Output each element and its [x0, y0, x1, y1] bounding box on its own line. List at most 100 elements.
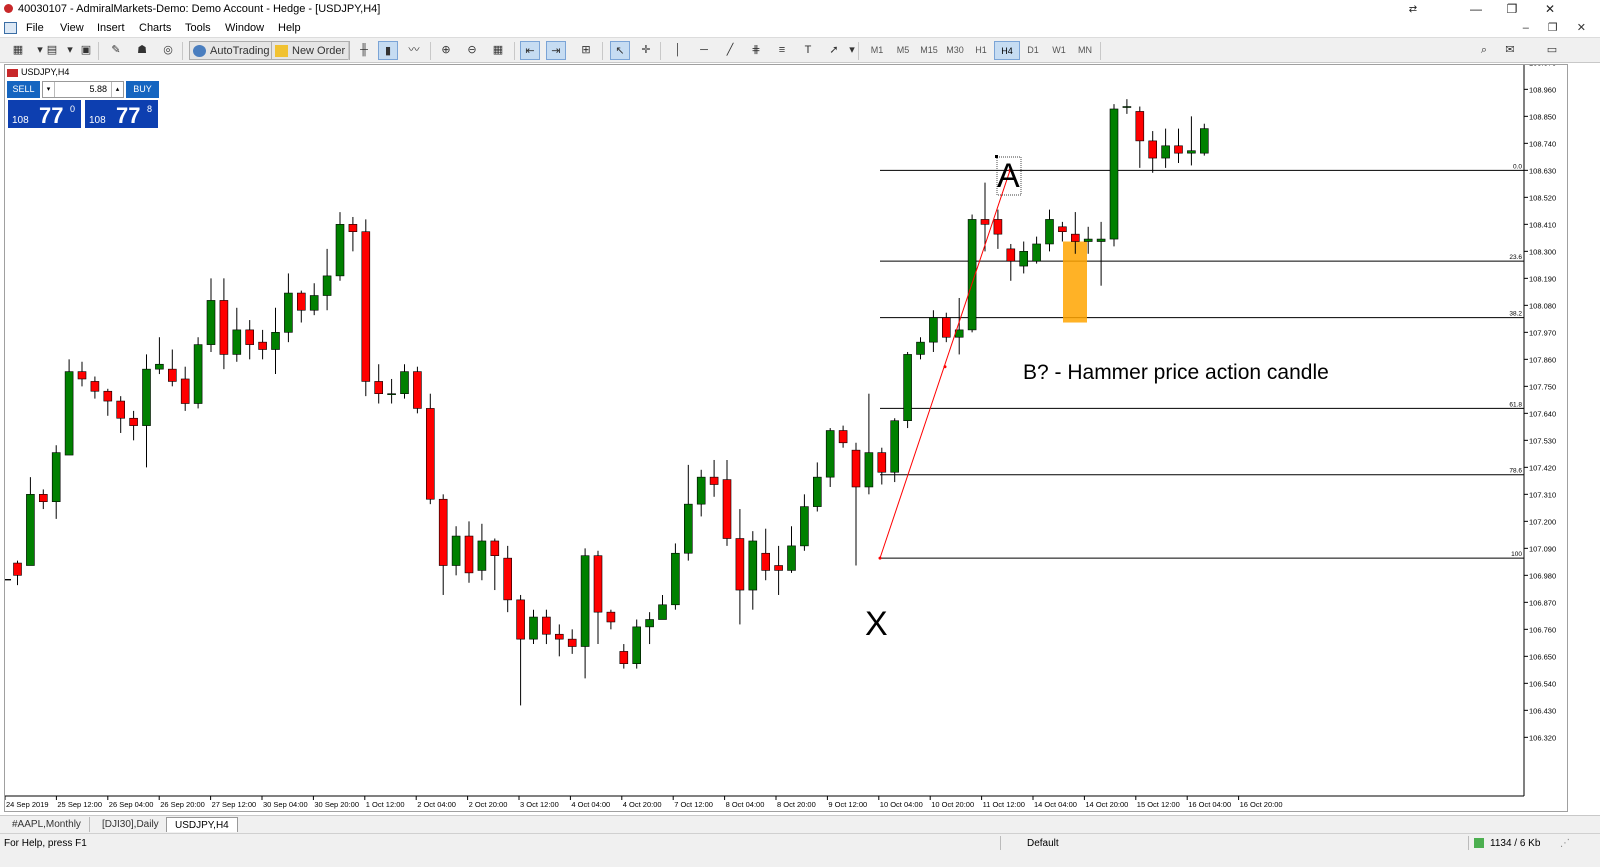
- bullish-candle[interactable]: [335, 224, 345, 277]
- bullish-candle[interactable]: [1200, 128, 1209, 154]
- zoom-in-icon[interactable]: ⊕: [436, 41, 456, 60]
- profiles-icon[interactable]: ▤: [42, 41, 62, 60]
- trendline-icon[interactable]: ╱: [720, 41, 740, 60]
- chart-shift-icon[interactable]: ⇥: [546, 41, 566, 60]
- bearish-candle[interactable]: [438, 498, 448, 566]
- bullish-candle[interactable]: [1161, 145, 1170, 159]
- bearish-candle[interactable]: [554, 633, 564, 640]
- equidistant-channel-icon[interactable]: ⋕: [746, 41, 766, 60]
- bullish-candle[interactable]: [529, 616, 538, 640]
- bullish-candle[interactable]: [929, 317, 938, 343]
- bearish-candle[interactable]: [425, 408, 435, 500]
- bearish-candle[interactable]: [619, 651, 629, 664]
- bearish-candle[interactable]: [219, 300, 229, 355]
- menu-insert[interactable]: Insert: [97, 22, 125, 34]
- bullish-candle[interactable]: [825, 430, 835, 478]
- bullish-candle[interactable]: [193, 344, 203, 404]
- bullish-candle[interactable]: [1096, 238, 1106, 242]
- sell-button[interactable]: SELL: [7, 81, 40, 98]
- bullish-candle[interactable]: [1109, 108, 1119, 240]
- dropdown-arrow-icon[interactable]: ▾: [842, 41, 862, 60]
- bullish-candle[interactable]: [864, 452, 874, 488]
- tab-aapl-monthly[interactable]: #AAPL,Monthly: [4, 817, 90, 832]
- bullish-candle[interactable]: [142, 368, 151, 426]
- bullish-candle[interactable]: [26, 494, 35, 566]
- lot-size-input[interactable]: ▾ 5.88 ▴: [42, 81, 124, 98]
- bullish-candle[interactable]: [232, 329, 242, 355]
- bearish-candle[interactable]: [877, 452, 887, 473]
- navigator-icon[interactable]: ✎: [106, 41, 126, 60]
- timeframe-h1[interactable]: H1: [968, 41, 994, 60]
- bullish-candle[interactable]: [632, 626, 642, 664]
- chat-icon[interactable]: ✉: [1500, 41, 1520, 60]
- bullish-candle[interactable]: [284, 292, 293, 333]
- bullish-candle[interactable]: [645, 619, 654, 628]
- bullish-candle[interactable]: [696, 476, 706, 505]
- timeframe-d1[interactable]: D1: [1020, 41, 1046, 60]
- new-order-button[interactable]: New Order: [271, 41, 351, 60]
- bearish-candle[interactable]: [413, 371, 422, 409]
- bearish-candle[interactable]: [129, 417, 138, 426]
- market-watch-icon[interactable]: ▣: [76, 41, 96, 60]
- bearish-candle[interactable]: [722, 479, 732, 539]
- restore-window-icon[interactable]: ❐: [1492, 0, 1532, 19]
- bullish-candle[interactable]: [271, 332, 280, 350]
- bearish-candle[interactable]: [245, 329, 254, 345]
- bearish-candle[interactable]: [116, 400, 125, 419]
- bearish-candle[interactable]: [1058, 226, 1067, 233]
- bullish-candle[interactable]: [671, 552, 680, 606]
- timeframe-w1[interactable]: W1: [1046, 41, 1072, 60]
- bearish-candle[interactable]: [38, 494, 48, 502]
- bearish-candle[interactable]: [606, 611, 616, 623]
- chart-window-icon[interactable]: [4, 22, 17, 34]
- bearish-candle[interactable]: [490, 540, 500, 556]
- bearish-candle[interactable]: [1135, 111, 1145, 142]
- menu-window[interactable]: Window: [225, 22, 264, 34]
- bearish-candle[interactable]: [13, 562, 22, 576]
- bearish-candle[interactable]: [103, 390, 113, 402]
- bullish-candle[interactable]: [206, 300, 216, 345]
- menu-file[interactable]: File: [26, 22, 44, 34]
- bearish-candle[interactable]: [593, 555, 603, 613]
- strategy-tester-icon[interactable]: ◎: [158, 41, 178, 60]
- bearish-candle[interactable]: [168, 368, 177, 382]
- bullish-candle[interactable]: [309, 295, 319, 311]
- timeframe-m30[interactable]: M30: [942, 41, 968, 60]
- bearish-candle[interactable]: [503, 557, 513, 601]
- bearish-candle[interactable]: [361, 231, 371, 382]
- vertical-line-icon[interactable]: │: [668, 41, 688, 60]
- timeframe-m1[interactable]: M1: [864, 41, 890, 60]
- bullish-candle[interactable]: [477, 540, 487, 571]
- menu-tools[interactable]: Tools: [185, 22, 211, 34]
- bearish-candle[interactable]: [1148, 140, 1157, 159]
- chart-window[interactable]: 109.180109.070108.960108.850108.740108.6…: [4, 31, 1568, 812]
- bearish-candle[interactable]: [348, 224, 358, 233]
- indicators-icon[interactable]: ⊞: [576, 41, 596, 60]
- menu-charts[interactable]: Charts: [139, 22, 171, 34]
- tile-windows-icon[interactable]: ▦: [488, 41, 508, 60]
- buy-button[interactable]: BUY: [126, 81, 159, 98]
- bullish-candle[interactable]: [1122, 106, 1132, 108]
- arrows-icon[interactable]: ➚: [824, 41, 844, 60]
- bearish-candle[interactable]: [1006, 248, 1016, 262]
- bearish-candle[interactable]: [374, 381, 384, 394]
- lot-decrease-icon[interactable]: ▾: [43, 82, 55, 97]
- bullish-candle[interactable]: [787, 545, 796, 571]
- cursor-icon[interactable]: ↖: [610, 41, 630, 60]
- fibonacci-icon[interactable]: ≡: [772, 41, 792, 60]
- bullish-candle[interactable]: [812, 476, 822, 507]
- bullish-candle[interactable]: [903, 354, 912, 421]
- buy-price-quote[interactable]: 108 77 8: [84, 99, 159, 129]
- bearish-candle[interactable]: [980, 219, 990, 225]
- auto-scroll-icon[interactable]: ⇤: [520, 41, 540, 60]
- timeframe-h4[interactable]: H4: [994, 41, 1020, 60]
- timeframe-mn[interactable]: MN: [1072, 41, 1098, 60]
- bullish-candle[interactable]: [658, 604, 667, 620]
- line-chart-icon[interactable]: 〰: [404, 41, 424, 60]
- tab-usdjpy-h4[interactable]: USDJPY,H4: [166, 817, 238, 832]
- bullish-candle[interactable]: [1187, 150, 1196, 154]
- bullish-candle[interactable]: [683, 503, 693, 554]
- bearish-candle[interactable]: [1071, 233, 1080, 242]
- tab-dji30-daily[interactable]: [DJI30],Daily: [94, 817, 168, 832]
- bullish-candle[interactable]: [1032, 243, 1041, 262]
